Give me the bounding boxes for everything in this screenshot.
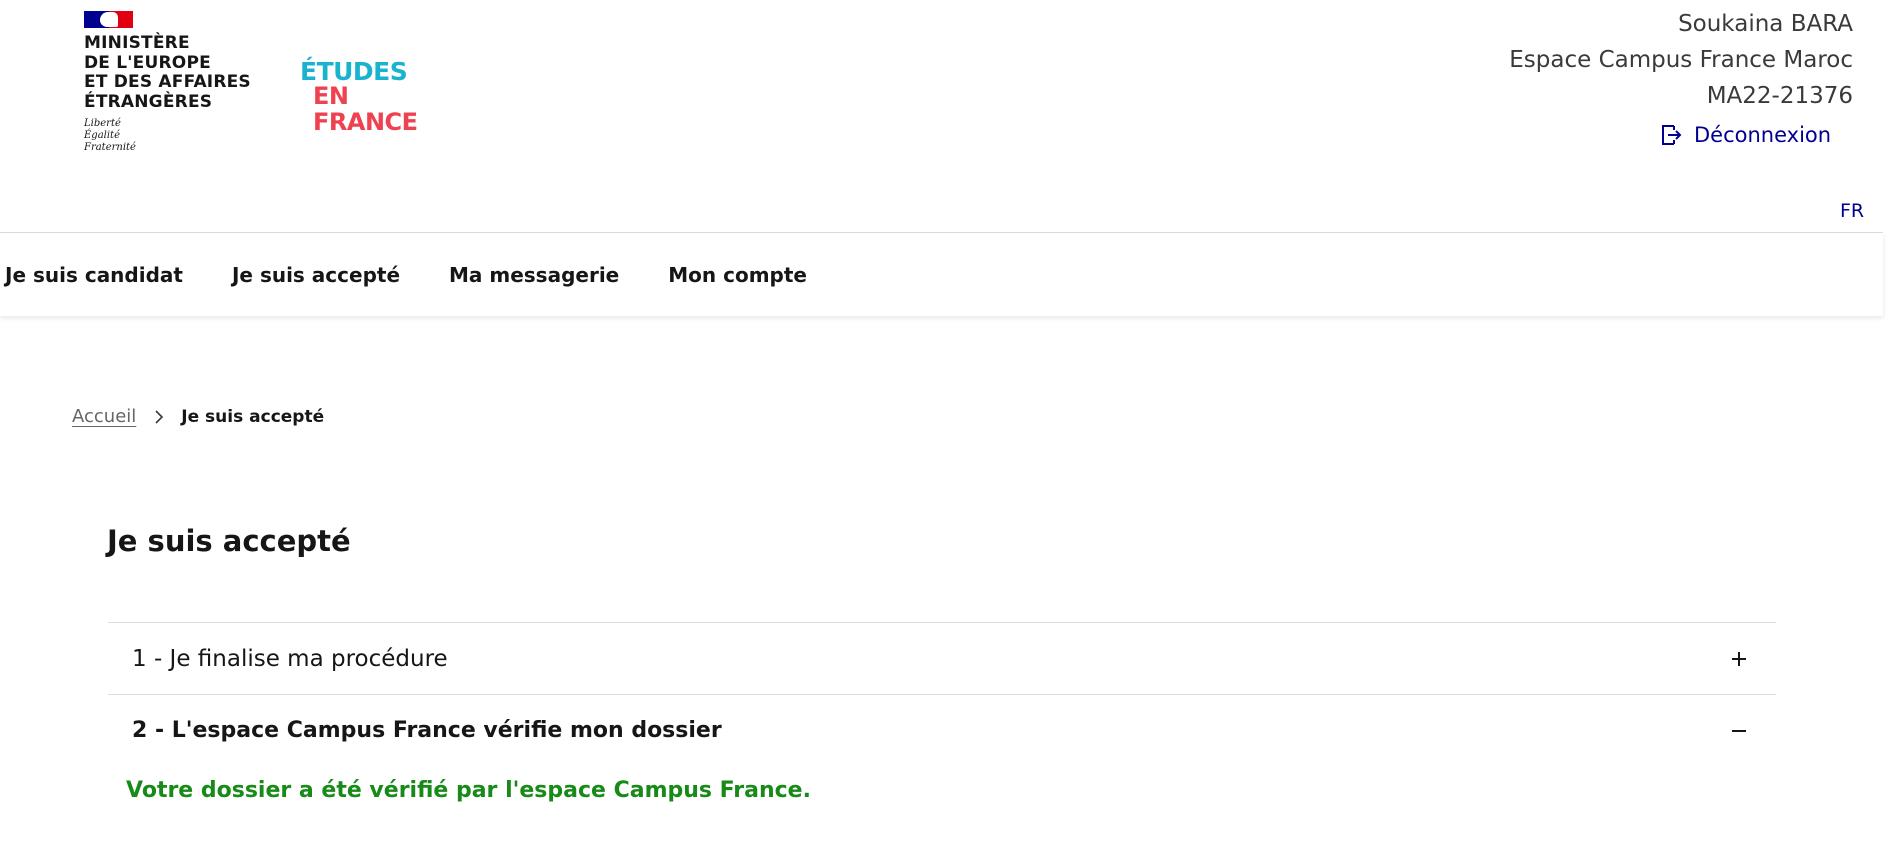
republic-motto: Liberté Égalité Fraternité — [84, 118, 136, 154]
breadcrumb-home-link[interactable]: Accueil — [72, 406, 136, 427]
dossier-id: MA22-21376 — [1706, 83, 1853, 109]
motto-line: Liberté — [84, 118, 121, 129]
nav-item-messagerie[interactable]: Ma messagerie — [449, 263, 619, 287]
user-name: Soukaina BARA — [1678, 11, 1853, 37]
site-header: MINISTÈRE DE L'EUROPE ET DES AFFAIRES ÉT… — [0, 0, 1893, 232]
ministry-line: MINISTÈRE — [84, 33, 190, 53]
accordion-header-finalise[interactable]: 1 - Je finalise ma procédure — [108, 623, 1776, 694]
ministry-line: ÉTRANGÈRES — [84, 91, 213, 112]
ministry-name: MINISTÈRE DE L'EUROPE ET DES AFFAIRES ÉT… — [84, 33, 251, 112]
chevron-right-icon — [155, 409, 164, 424]
language-selector[interactable]: FR — [1840, 200, 1864, 222]
plus-icon[interactable] — [1729, 649, 1749, 669]
user-info: Soukaina BARA Espace Campus France Maroc… — [1509, 6, 1853, 114]
ministry-line: ET DES AFFAIRES — [84, 72, 251, 92]
nav-item-accepte[interactable]: Je suis accepté — [232, 263, 400, 287]
user-espace: Espace Campus France Maroc — [1509, 47, 1853, 73]
motto-line: Égalité — [84, 130, 120, 141]
accordion-body-verification: Votre dossier a été vérifié par l'espace… — [108, 778, 1776, 803]
accordion-item-finalise: 1 - Je finalise ma procédure — [108, 622, 1776, 694]
etudes-en-france-logo[interactable]: ÉTUDES EN FRANCE — [300, 59, 440, 136]
accordion-header-verification[interactable]: 2 - L'espace Campus France vérifie mon d… — [108, 695, 1776, 766]
ministry-line: DE L'EUROPE — [84, 52, 211, 73]
logout-button[interactable]: Déconnexion — [1660, 120, 1831, 150]
breadcrumb: Accueil Je suis accepté — [72, 406, 324, 427]
accordion: 1 - Je finalise ma procédure 2 - L'espac… — [108, 622, 1776, 803]
nav-item-candidat[interactable]: Je suis candidat — [5, 263, 183, 287]
main-navigation: Je suis candidat Je suis accepté Ma mess… — [0, 233, 1883, 316]
page-title: Je suis accepté — [107, 524, 351, 558]
accordion-title: 1 - Je finalise ma procédure — [132, 645, 448, 672]
verified-status-message: Votre dossier a été vérifié par l'espace… — [126, 778, 811, 803]
logout-icon — [1662, 125, 1682, 145]
logout-label: Déconnexion — [1694, 123, 1832, 147]
accordion-title: 2 - L'espace Campus France vérifie mon d… — [132, 718, 722, 743]
accordion-item-verification: 2 - L'espace Campus France vérifie mon d… — [108, 694, 1776, 803]
logo-text-bottom: EN FRANCE — [313, 82, 418, 136]
marianne-logo-icon — [84, 11, 133, 28]
nav-item-compte[interactable]: Mon compte — [668, 263, 807, 287]
motto-line: Fraternité — [84, 142, 136, 153]
breadcrumb-current: Je suis accepté — [181, 406, 325, 427]
minus-icon[interactable] — [1729, 721, 1749, 741]
